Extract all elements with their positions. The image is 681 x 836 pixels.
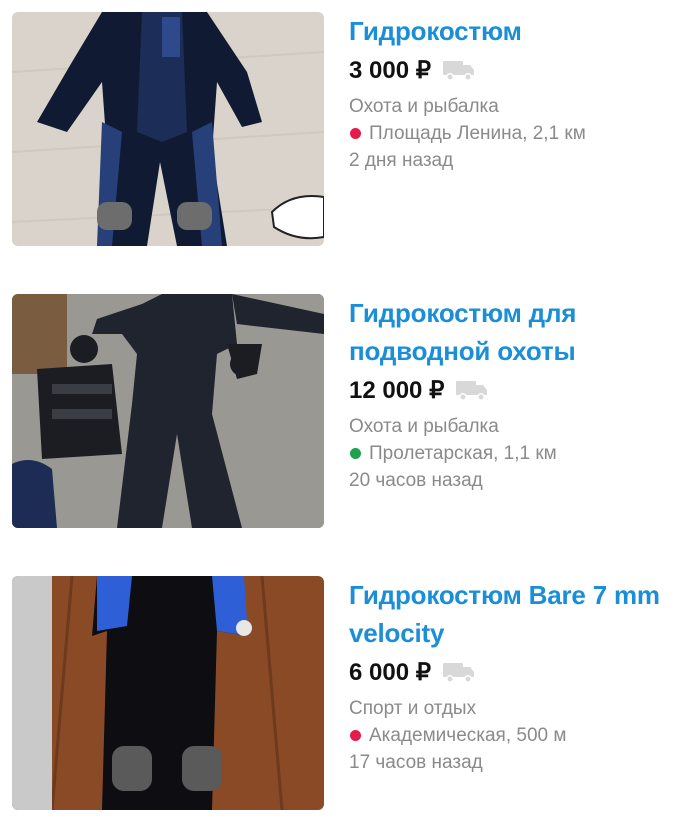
- listing-photo[interactable]: [12, 576, 324, 810]
- listing-location: Площадь Ленина, 2,1 км: [349, 120, 679, 147]
- truck-icon: [443, 661, 475, 683]
- listing-time: 17 часов назад: [349, 752, 483, 773]
- listing-card[interactable]: Гидрокостюм 3 000 ₽ Охота и рыбалка Площ…: [0, 12, 681, 248]
- wetsuit-photo: [12, 12, 324, 246]
- listing-title[interactable]: Гидрокостюм для подводной охоты: [349, 294, 679, 370]
- price-row: 12 000 ₽: [349, 373, 679, 407]
- listing-category: Охота и рыбалка: [349, 416, 499, 437]
- listing-card[interactable]: Гидрокостюм для подводной охоты 12 000 ₽…: [0, 294, 681, 530]
- location-label: Пролетарская, 1,1 км: [369, 443, 557, 464]
- listing-title[interactable]: Гидрокостюм Bare 7 mm velocity: [349, 576, 679, 652]
- metro-dot-icon: [350, 448, 361, 459]
- truck-icon: [456, 379, 488, 401]
- metro-dot-icon: [350, 730, 361, 741]
- listing-photo[interactable]: [12, 12, 324, 246]
- listing-price: 3 000 ₽: [349, 56, 431, 84]
- price-row: 3 000 ₽: [349, 53, 679, 87]
- listing-price: 12 000 ₽: [349, 376, 445, 404]
- listing-info: Гидрокостюм для подводной охоты 12 000 ₽…: [349, 294, 679, 494]
- listing-title[interactable]: Гидрокостюм: [349, 12, 679, 50]
- listing-time: 2 дня назад: [349, 150, 454, 171]
- truck-icon: [443, 59, 475, 81]
- listing-card[interactable]: Гидрокостюм Bare 7 mm velocity 6 000 ₽ С…: [0, 576, 681, 812]
- listing-location: Академическая, 500 м: [349, 722, 679, 749]
- wetsuit-photo: [12, 576, 324, 810]
- listing-photo[interactable]: [12, 294, 324, 528]
- listing-info: Гидрокостюм 3 000 ₽ Охота и рыбалка Площ…: [349, 12, 679, 174]
- price-row: 6 000 ₽: [349, 655, 679, 689]
- listing-info: Гидрокостюм Bare 7 mm velocity 6 000 ₽ С…: [349, 576, 679, 776]
- listing-category: Спорт и отдых: [349, 698, 477, 719]
- location-label: Академическая, 500 м: [369, 725, 567, 746]
- listing-price: 6 000 ₽: [349, 658, 431, 686]
- listing-location: Пролетарская, 1,1 км: [349, 440, 679, 467]
- location-label: Площадь Ленина, 2,1 км: [369, 123, 586, 144]
- listing-time: 20 часов назад: [349, 470, 483, 491]
- wetsuit-photo: [12, 294, 324, 528]
- listing-category: Охота и рыбалка: [349, 96, 499, 117]
- metro-dot-icon: [350, 128, 361, 139]
